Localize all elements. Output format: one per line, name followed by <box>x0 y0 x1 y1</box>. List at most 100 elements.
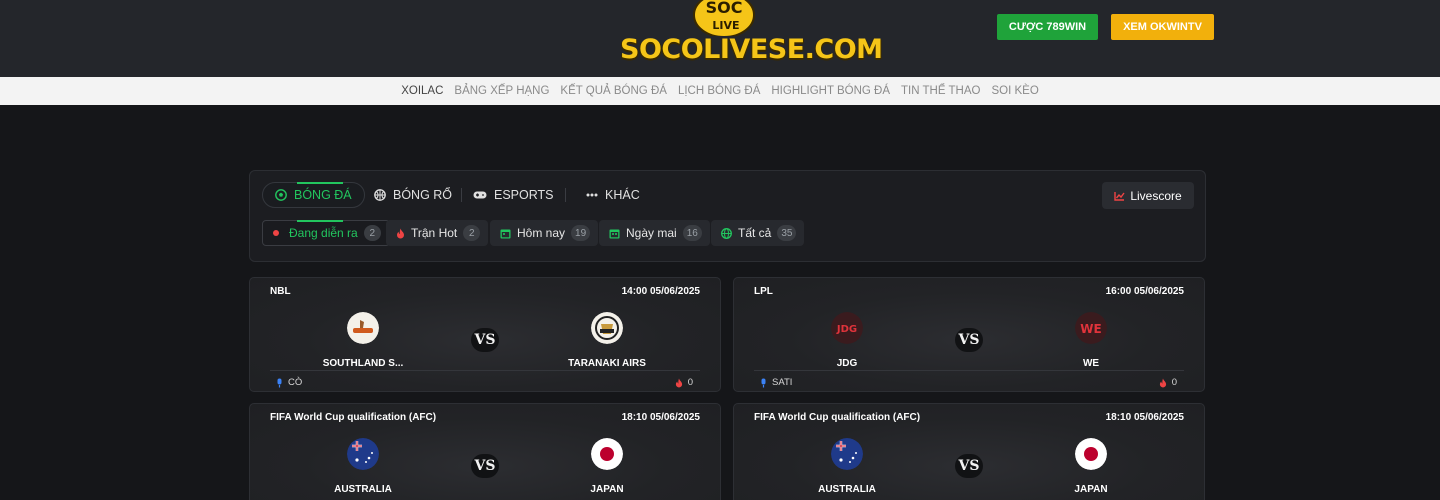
soccer-ball-icon <box>275 189 287 201</box>
filter-all[interactable]: Tất cả 35 <box>711 220 805 246</box>
team-name: JDG <box>836 358 858 369</box>
chart-line-icon <box>1114 191 1125 201</box>
match-card[interactable]: FIFA World Cup qualification (AFC) 18:10… <box>249 403 721 500</box>
team-name: JAPAN <box>1074 484 1108 495</box>
away-team: JAPAN <box>1026 438 1156 495</box>
tab-label: BÓNG ĐÁ <box>294 188 352 202</box>
commentator-name: SATI <box>772 377 793 388</box>
svg-text:JDG: JDG <box>836 324 857 335</box>
filter-count: 19 <box>571 225 591 241</box>
team-logo-icon <box>591 312 623 344</box>
svg-text:WE: WE <box>1080 322 1101 336</box>
tab-other[interactable]: KHÁC <box>574 182 652 208</box>
australia-flag-icon <box>831 438 863 470</box>
league-name: NBL <box>270 286 291 297</box>
match-card[interactable]: LPL 16:00 05/06/2025 JDG JDG VS WE WE SA… <box>733 277 1205 392</box>
nav-highlights[interactable]: HIGHLIGHT BÓNG ĐÁ <box>771 85 890 97</box>
match-time: 18:10 05/06/2025 <box>1105 412 1184 423</box>
away-team: TARANAKI AIRS <box>542 312 672 369</box>
home-team: AUSTRALIA <box>782 438 912 495</box>
team-name: AUSTRALIA <box>818 484 876 495</box>
gamepad-icon <box>473 191 487 199</box>
team-name: TARANAKI AIRS <box>568 358 646 369</box>
fire-icon <box>1159 378 1166 387</box>
filter-count: 16 <box>682 225 702 241</box>
match-time: 14:00 05/06/2025 <box>621 286 700 297</box>
livescore-button[interactable]: Livescore <box>1102 182 1194 209</box>
versus-label: VS <box>471 454 499 478</box>
commentator: SATI <box>760 377 792 388</box>
tab-label: ESPORTS <box>494 188 554 202</box>
site-logo[interactable]: SOC LIVE SOCOLIVESE.COM <box>620 0 883 70</box>
match-filter-panel: BÓNG ĐÁ BÓNG RỔ ESPORTS KHÁC Livescore Đ… <box>249 170 1206 262</box>
team-logo-icon <box>347 312 379 344</box>
site-header: SOC LIVE SOCOLIVESE.COM CƯỢC 789WIN XEM … <box>0 0 1440 77</box>
away-team: WE WE <box>1026 312 1156 369</box>
tab-label: KHÁC <box>605 188 640 202</box>
nav-sports-news[interactable]: TIN THỂ THAO <box>901 85 980 97</box>
league-name: LPL <box>754 286 773 297</box>
filter-count: 35 <box>777 225 797 241</box>
view-count-value: 0 <box>687 377 693 388</box>
team-name: WE <box>1082 358 1100 369</box>
microphone-icon <box>277 378 282 387</box>
tab-esports[interactable]: ESPORTS <box>461 182 566 208</box>
tab-divider <box>565 188 566 202</box>
livescore-label: Livescore <box>1130 188 1182 203</box>
fire-icon <box>397 228 404 238</box>
team-name: AUSTRALIA <box>334 484 392 495</box>
nav-schedule[interactable]: LỊCH BÓNG ĐÁ <box>678 85 760 97</box>
svg-text:LIVE: LIVE <box>712 19 739 32</box>
watch-okwintv-button[interactable]: XEM OKWINTV <box>1111 14 1214 40</box>
filter-tomorrow[interactable]: Ngày mai 16 <box>599 220 710 246</box>
versus-label: VS <box>471 328 499 352</box>
filter-today[interactable]: Hôm nay 19 <box>490 220 599 246</box>
filter-label: Tất cả <box>738 226 772 240</box>
filter-hot[interactable]: Trận Hot 2 <box>386 220 489 246</box>
versus-label: VS <box>955 454 983 478</box>
versus-label: VS <box>955 328 983 352</box>
team-name: SOUTHLAND S... <box>322 358 404 369</box>
microphone-icon <box>761 378 766 387</box>
japan-flag-icon <box>591 438 623 470</box>
svg-text:SOC: SOC <box>706 0 743 17</box>
filter-label: Hôm nay <box>517 226 566 240</box>
match-time: 18:10 05/06/2025 <box>621 412 700 423</box>
nav-standings[interactable]: BẢNG XẾP HẠNG <box>454 85 549 97</box>
filter-live[interactable]: Đang diễn ra 2 <box>262 220 390 246</box>
view-count-value: 0 <box>1171 377 1177 388</box>
match-time: 16:00 05/06/2025 <box>1105 286 1184 297</box>
commentator-name: CÒ <box>288 377 303 388</box>
live-dot-icon <box>273 230 279 236</box>
tab-football[interactable]: BÓNG ĐÁ <box>262 182 365 208</box>
home-team: SOUTHLAND S... <box>298 312 428 369</box>
home-team: AUSTRALIA <box>298 438 428 495</box>
away-team: JAPAN <box>542 438 672 495</box>
card-divider <box>754 370 1184 371</box>
japan-flag-icon <box>1075 438 1107 470</box>
card-divider <box>270 370 700 371</box>
league-name: FIFA World Cup qualification (AFC) <box>754 412 921 423</box>
nav-results[interactable]: KẾT QUẢ BÓNG ĐÁ <box>560 85 667 97</box>
nav-predictions[interactable]: SOI KÈO <box>991 85 1038 97</box>
bet-789win-button[interactable]: CƯỢC 789WIN <box>997 14 1098 40</box>
match-card[interactable]: NBL 14:00 05/06/2025 SOUTHLAND S... VS T… <box>249 277 721 392</box>
more-dots-icon <box>586 193 598 197</box>
filter-label: Trận Hot <box>411 226 458 240</box>
fire-icon <box>675 378 682 387</box>
match-card[interactable]: FIFA World Cup qualification (AFC) 18:10… <box>733 403 1205 500</box>
team-name: JAPAN <box>590 484 624 495</box>
filter-count: 2 <box>463 225 481 241</box>
globe-icon <box>721 227 732 239</box>
team-logo-icon: WE <box>1075 312 1107 344</box>
tab-basketball[interactable]: BÓNG RỔ <box>362 182 464 208</box>
filter-label: Đang diễn ra <box>289 226 358 240</box>
nav-xoilac[interactable]: XOILAC <box>401 85 443 97</box>
league-name: FIFA World Cup qualification (AFC) <box>270 412 437 423</box>
calendar-icon <box>500 229 511 238</box>
filter-count: 2 <box>363 225 381 241</box>
basketball-icon <box>374 189 386 201</box>
logo-badge-icon: SOC LIVE <box>693 0 755 36</box>
australia-flag-icon <box>347 438 379 470</box>
main-nav: XOILAC BẢNG XẾP HẠNG KẾT QUẢ BÓNG ĐÁ LỊC… <box>0 77 1440 105</box>
